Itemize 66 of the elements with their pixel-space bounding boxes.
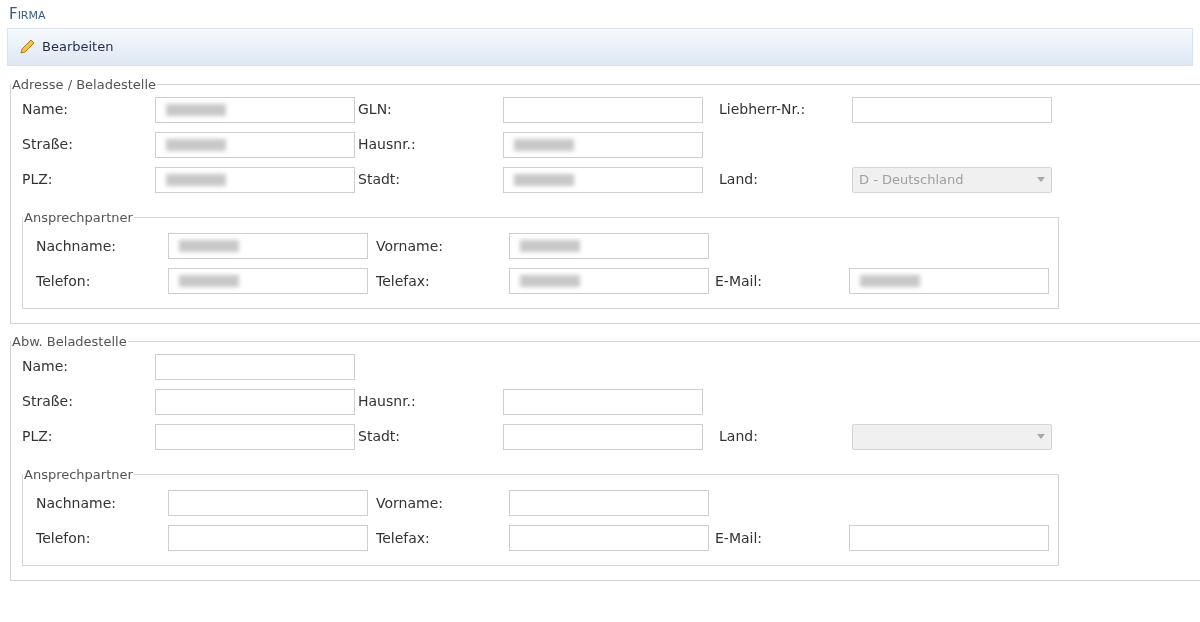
page-title: Firma (9, 4, 47, 25)
field-label: Land: (718, 427, 759, 446)
field-label: Telefax: (375, 271, 431, 291)
field-label: Vorname: (375, 236, 444, 256)
field-label: Hausnr.: (357, 135, 417, 154)
section-title: Abw. Beladestelle (11, 333, 128, 351)
dropdown-field[interactable] (852, 423, 1052, 450)
field-label: Nachname: (36, 236, 118, 256)
field-label: Hausnr.: (357, 392, 417, 411)
input-field[interactable] (503, 131, 703, 158)
blurred-value (166, 103, 226, 116)
blurred-value (514, 138, 574, 151)
field-label: Name: (22, 357, 70, 376)
field-label: Telefax: (375, 528, 431, 548)
blurred-value (860, 275, 920, 287)
field-label: Straße: (22, 392, 74, 411)
field-label: GLN: (357, 100, 393, 119)
input-field[interactable] (155, 423, 355, 450)
caret-icon (1037, 177, 1045, 182)
field-label: Stadt: (357, 427, 402, 446)
input-field[interactable] (155, 388, 355, 415)
input-field[interactable] (503, 166, 703, 193)
field-label: Stadt: (357, 170, 402, 189)
contact-title: Ansprechpartner (23, 208, 134, 227)
input-field[interactable] (155, 131, 355, 158)
input-field[interactable] (503, 388, 703, 415)
blurred-value (166, 173, 226, 186)
input-field[interactable] (168, 268, 368, 294)
field-label: Telefon: (36, 528, 92, 548)
input-field[interactable] (509, 525, 709, 551)
input-field[interactable] (155, 166, 355, 193)
input-field[interactable] (155, 96, 355, 123)
blurred-value (166, 138, 226, 151)
blurred-value (520, 240, 580, 252)
field-label: Telefon: (36, 271, 92, 291)
field-label: E-Mail: (714, 271, 764, 291)
input-field[interactable] (509, 268, 709, 294)
input-field[interactable] (168, 525, 368, 551)
blurred-value (520, 275, 580, 287)
input-field[interactable] (852, 96, 1052, 123)
pencil-icon (18, 38, 36, 56)
field-label: Nachname: (36, 493, 118, 513)
edit-button[interactable]: Bearbeiten (18, 37, 114, 57)
section-title: Adresse / Beladestelle (11, 76, 157, 94)
input-field[interactable] (155, 353, 355, 380)
input-field[interactable] (849, 268, 1049, 294)
contact-title: Ansprechpartner (23, 465, 134, 484)
field-label: Liebherr-Nr.: (718, 100, 807, 119)
input-field[interactable] (509, 490, 709, 516)
field-label: Name: (22, 100, 70, 119)
field-label: E-Mail: (714, 528, 764, 548)
input-field[interactable] (168, 233, 368, 259)
field-label: PLZ: (22, 427, 54, 446)
blurred-value (179, 275, 239, 287)
field-label: Vorname: (375, 493, 444, 513)
caret-icon (1037, 434, 1045, 439)
field-label: PLZ: (22, 170, 54, 189)
blurred-value (514, 173, 574, 186)
field-label: Land: (718, 170, 759, 189)
input-field[interactable] (503, 423, 703, 450)
input-field[interactable] (849, 525, 1049, 551)
blurred-value (179, 240, 239, 252)
input-field[interactable] (503, 96, 703, 123)
input-field[interactable] (509, 233, 709, 259)
field-label: Straße: (22, 135, 74, 154)
input-field[interactable] (168, 490, 368, 516)
